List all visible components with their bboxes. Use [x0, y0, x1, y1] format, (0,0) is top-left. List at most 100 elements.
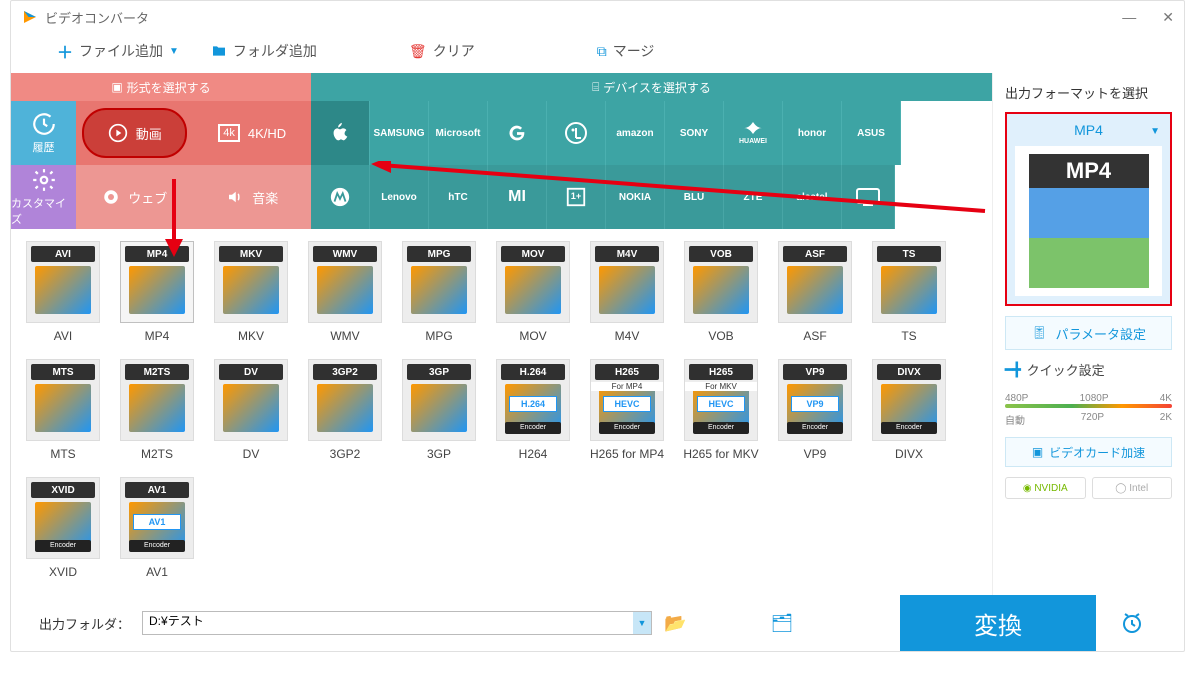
category-video[interactable]: 動画 — [82, 108, 187, 158]
brand-g[interactable] — [488, 101, 547, 165]
format-body-icon — [129, 384, 185, 432]
brand-sony[interactable]: SONY — [665, 101, 724, 165]
customize-button[interactable]: カスタマイズ — [11, 165, 76, 229]
format-label: TS — [901, 329, 916, 343]
resolution-slider[interactable]: 480P1080P4K 自動720P2K — [1005, 389, 1172, 427]
format-3gp[interactable]: 3GP3GP — [399, 359, 479, 469]
app-window: ビデオコンバータ — ✕ ＋ ファイル追加 ▼ フォルダ追加 🗑 クリア ⧉ マ… — [10, 0, 1185, 652]
svg-text:1+: 1+ — [571, 191, 581, 201]
format-mkv[interactable]: MKVMKV — [211, 241, 291, 351]
format-m4v[interactable]: M4VM4V — [587, 241, 667, 351]
format-asf[interactable]: ASFASF — [775, 241, 855, 351]
format-badge: 3GP — [407, 364, 471, 380]
format-m2ts[interactable]: M2TSM2TS — [117, 359, 197, 469]
tab-select-format[interactable]: ▣ 形式を選択する — [11, 73, 311, 101]
format-thumb: 3GP2 — [308, 359, 382, 441]
format-dv[interactable]: DVDV — [211, 359, 291, 469]
format-mov[interactable]: MOVMOV — [493, 241, 573, 351]
format-label: 3GP2 — [330, 447, 361, 461]
format-wmv[interactable]: WMVWMV — [305, 241, 385, 351]
format-xvid[interactable]: XVIDEncoderXVID — [23, 477, 103, 587]
parameter-settings-button[interactable]: 🎚 パラメータ設定 — [1005, 316, 1172, 350]
format-mp4[interactable]: MP4MP4 — [117, 241, 197, 351]
preview-format-dropdown[interactable]: MP4 ▼ — [1011, 118, 1166, 142]
format-thumb: AV1AV1Encoder — [120, 477, 194, 559]
format-sub: AV1 — [133, 514, 181, 530]
format-h265-for-mkv[interactable]: H265For MKVHEVCEncoderH265 for MKV — [681, 359, 761, 469]
format-thumb: VP9VP9Encoder — [778, 359, 852, 441]
brand-oneplus[interactable]: 1+ — [547, 165, 606, 229]
format-mpg[interactable]: MPGMPG — [399, 241, 479, 351]
brand-tv[interactable] — [842, 165, 895, 229]
brand-asus[interactable]: ASUS — [842, 101, 901, 165]
brand-lg[interactable] — [547, 101, 606, 165]
brand-nokia[interactable]: NOKIA — [606, 165, 665, 229]
folder-plus-icon — [211, 43, 227, 59]
brand-apple[interactable] — [311, 101, 370, 165]
format-3gp2[interactable]: 3GP2 3GP2 — [305, 359, 385, 469]
close-button[interactable]: ✕ — [1162, 9, 1174, 26]
output-list-button[interactable]: 🗂 — [770, 613, 793, 634]
category-4khd[interactable]: 4k 4K/HD — [194, 101, 312, 165]
brand-blu[interactable]: BLU — [665, 165, 724, 229]
format-thumb: M2TS — [120, 359, 194, 441]
category-web[interactable]: ウェブ — [76, 165, 194, 229]
trash-icon: 🗑 — [409, 43, 427, 60]
format-label: XVID — [49, 565, 77, 579]
format-av1[interactable]: AV1AV1EncoderAV1 — [117, 477, 197, 587]
minimize-button[interactable]: — — [1122, 9, 1136, 26]
format-h264[interactable]: H.264H.264EncoderH264 — [493, 359, 573, 469]
tab-select-device[interactable]: ⌸ デバイスを選択する — [311, 73, 992, 101]
open-folder-button[interactable]: 📂 — [664, 613, 686, 634]
format-mts[interactable]: MTSMTS — [23, 359, 103, 469]
format-divx[interactable]: DIVXEncoderDIVX — [869, 359, 949, 469]
brand-lenovo[interactable]: Lenovo — [370, 165, 429, 229]
gpu-accel-button[interactable]: ▣ ビデオカード加速 — [1005, 437, 1172, 467]
brand-microsoft[interactable]: Microsoft — [429, 101, 488, 165]
brand-alcatel[interactable]: alcatel — [783, 165, 842, 229]
res-mark: 1080P — [1080, 393, 1109, 404]
huawei-icon — [744, 121, 762, 135]
brand-honor[interactable]: honor — [783, 101, 842, 165]
output-folder-dropdown[interactable]: ▼ — [633, 612, 651, 634]
output-folder-label: 出力フォルダ： — [39, 614, 130, 633]
intel-label: Intel — [1129, 483, 1148, 494]
convert-label: 変換 — [974, 606, 1022, 641]
brand-moto[interactable] — [311, 165, 370, 229]
format-label: M4V — [615, 329, 640, 343]
format-badge: VP9 — [783, 364, 847, 380]
output-format-preview[interactable]: MP4 ▼ MP4 — [1005, 112, 1172, 306]
clear-button[interactable]: 🗑 クリア — [403, 37, 481, 65]
format-vob[interactable]: VOBVOB — [681, 241, 761, 351]
brand-zte[interactable]: ZTE — [724, 165, 783, 229]
brand-huawei[interactable]: HUAWEI — [724, 101, 783, 165]
format-vp9[interactable]: VP9VP9EncoderVP9 — [775, 359, 855, 469]
brand-mi[interactable]: MI — [488, 165, 547, 229]
param-settings-label: パラメータ設定 — [1055, 324, 1146, 343]
res-mark: 自動 — [1005, 412, 1025, 427]
intel-badge[interactable]: ◯ Intel — [1092, 477, 1173, 499]
preview-thumbnail: MP4 — [1015, 146, 1162, 296]
add-folder-button[interactable]: フォルダ追加 — [205, 37, 323, 65]
brand-amazon[interactable]: amazon — [606, 101, 665, 165]
format-ts[interactable]: TSTS — [869, 241, 949, 351]
add-file-button[interactable]: ＋ ファイル追加 ▼ — [51, 35, 195, 67]
format-thumb: MTS — [26, 359, 100, 441]
merge-button[interactable]: ⧉ マージ — [591, 37, 661, 65]
add-folder-label: フォルダ追加 — [233, 41, 317, 61]
format-sub: HEVC — [697, 396, 745, 412]
plus-icon: ＋ — [57, 39, 73, 63]
format-h265-for-mp4[interactable]: H265For MP4HEVCEncoderH265 for MP4 — [587, 359, 667, 469]
brand-samsung[interactable]: SAMSUNG — [370, 101, 429, 165]
schedule-button[interactable] — [1108, 611, 1156, 635]
convert-button[interactable]: 変換 — [900, 595, 1096, 651]
format-avi[interactable]: AVIAVI — [23, 241, 103, 351]
nvidia-badge[interactable]: ◉ NVIDIA — [1005, 477, 1086, 499]
category-audio[interactable]: 音楽 — [194, 165, 312, 229]
format-badge: ASF — [783, 246, 847, 262]
history-button[interactable]: 履歴 — [11, 101, 76, 165]
output-folder-input[interactable]: D:¥テスト ▼ — [142, 611, 652, 635]
play-icon — [108, 123, 128, 143]
format-badge: H.264 — [501, 364, 565, 380]
brand-htc[interactable]: hTC — [429, 165, 488, 229]
